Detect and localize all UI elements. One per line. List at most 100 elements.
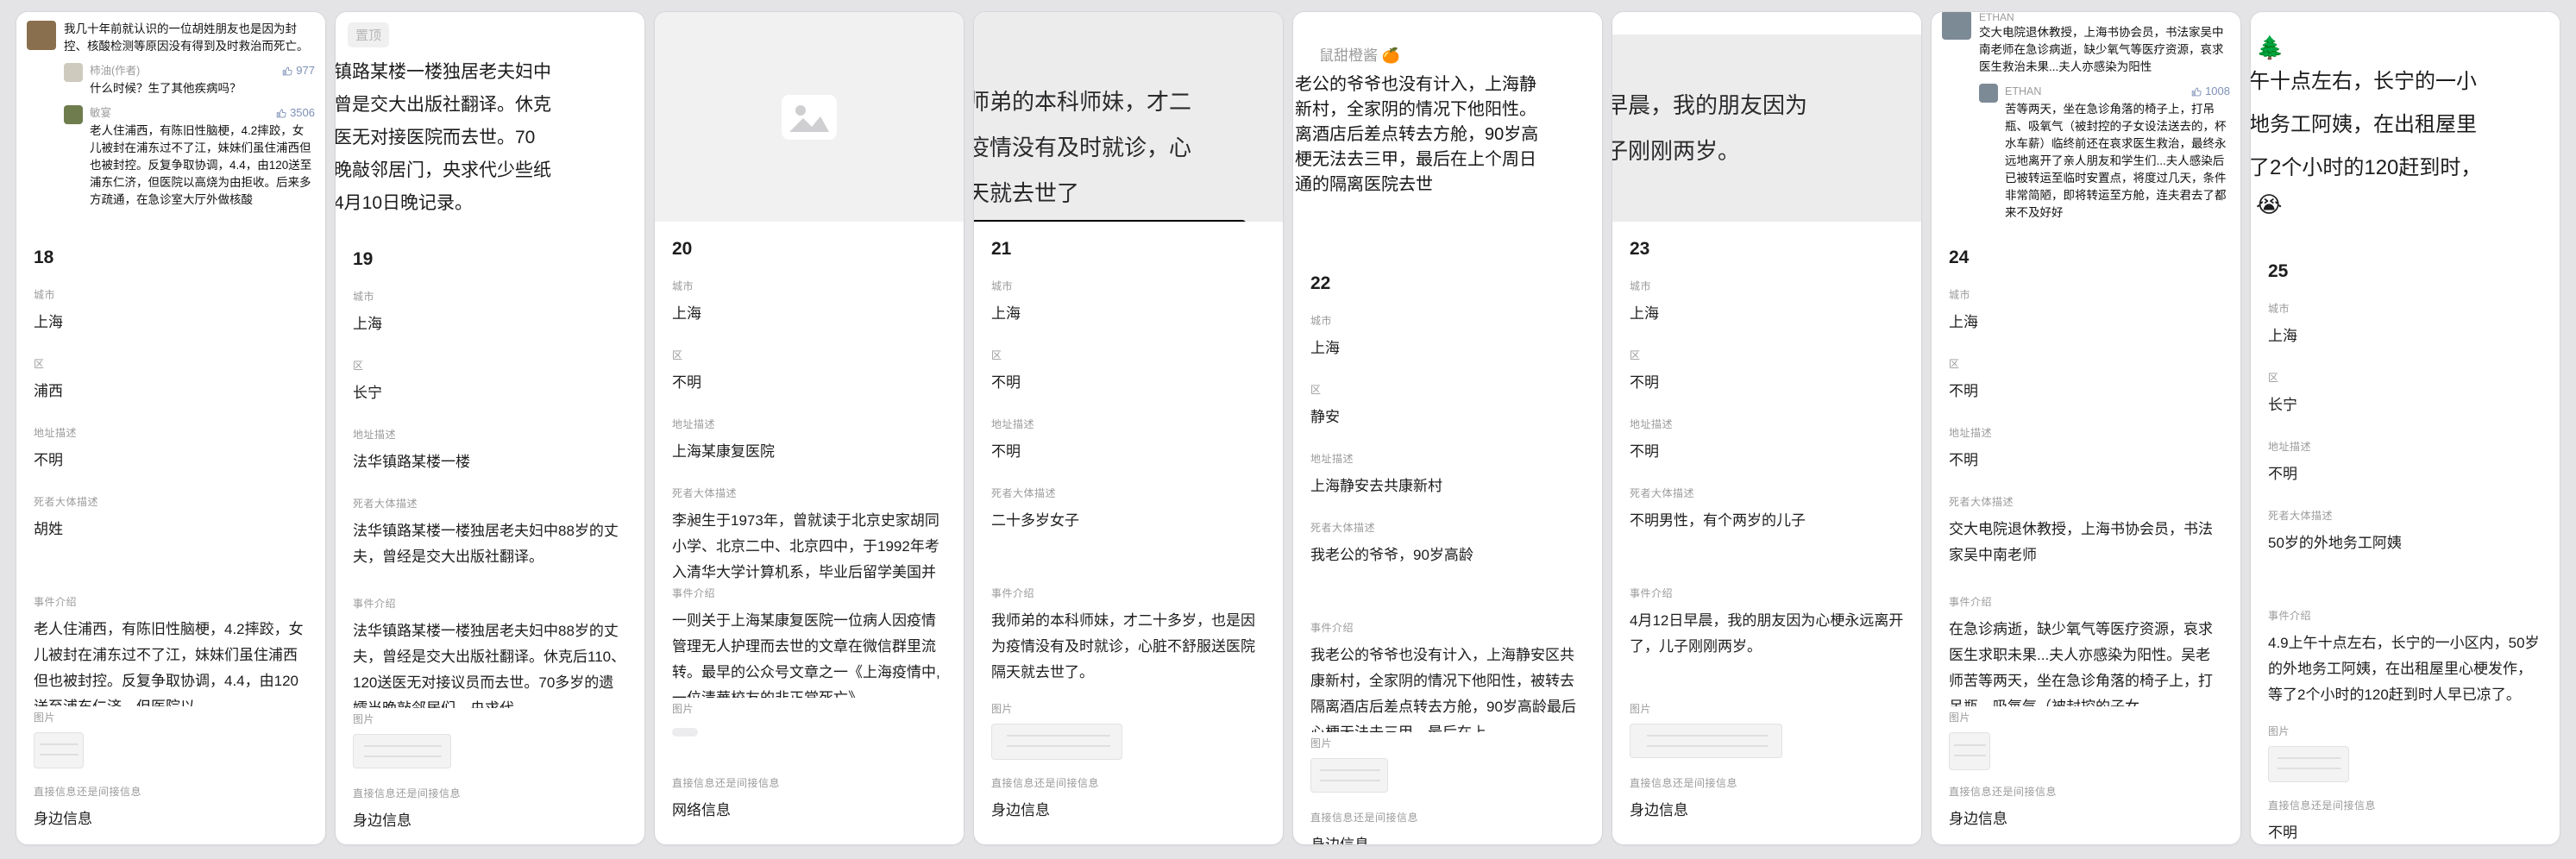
post-text: 师弟的本科师妹，才二疫情没有及时就诊，心天就去世了: [974, 12, 1283, 222]
record-card[interactable]: ETHAN交大电院退休教授，上海书协会员，书法家吴中南老师在急诊病逝，缺少氧气等…: [1931, 11, 2241, 845]
field-label: 直接信息还是间接信息: [1949, 784, 2223, 799]
attachment-preview-image[interactable]: 置顶镇路某楼一楼独居老夫妇中曾是交大出版社翻译。休克医无对接医院而去世。70晚敲…: [336, 12, 644, 232]
black-underline-bar: [974, 220, 1247, 222]
record-card[interactable]: 🌲午十点左右，长宁的一小地务工阿姨，在出租屋里了2个小时的120赶到时，😭 25…: [2250, 11, 2560, 845]
field-label: 事件介绍: [1949, 594, 2223, 609]
field-city: 城市 上海: [353, 289, 627, 358]
field-value: 上海: [353, 311, 627, 337]
commenter-name: 敏宴: [90, 105, 111, 121]
attachment-thumbnail[interactable]: [2268, 746, 2349, 782]
attachment-thumbnail[interactable]: [34, 732, 84, 768]
field-district: 区 不明: [1630, 348, 1904, 417]
field-label: 地址描述: [34, 425, 308, 440]
field-deceased-description: 死者大体描述 法华镇路某楼一楼独居老夫妇中88岁的丈夫，曾经是交大出版社翻译。: [353, 496, 627, 596]
poster-name: 鼠甜橙酱 🍊: [1293, 47, 1602, 66]
field-label: 直接信息还是间接信息: [1630, 775, 1904, 790]
field-label: 地址描述: [2268, 439, 2542, 454]
attachment-thumbnail[interactable]: [1630, 724, 1782, 758]
image-placeholder-icon: [779, 92, 839, 142]
field-image: 图片: [34, 710, 308, 784]
field-label: 图片: [2268, 724, 2542, 738]
attachment-thumbnail[interactable]: [1949, 732, 1990, 770]
field-city: 城市 上海: [34, 287, 308, 356]
field-label: 城市: [672, 279, 946, 293]
comment-text: 什么时候？生了其他疾病吗？: [90, 80, 315, 97]
field-value: 50岁的外地务工阿姨: [2268, 530, 2542, 556]
field-info-type: 直接信息还是间接信息 网络信息: [672, 775, 946, 824]
field-label: 事件介绍: [353, 596, 627, 611]
record-card[interactable]: 置顶镇路某楼一楼独居老夫妇中曾是交大出版社翻译。休克医无对接医院而去世。70晚敲…: [335, 11, 645, 845]
attachment-preview-image[interactable]: [655, 12, 964, 222]
field-value: 长宁: [2268, 392, 2542, 418]
field-value: 上海: [34, 310, 308, 335]
field-value: 不明: [1630, 439, 1904, 465]
field-label: 区: [1630, 348, 1904, 362]
field-address: 地址描述 不明: [2268, 439, 2542, 508]
field-label: 事件介绍: [672, 586, 946, 600]
field-label: 死者大体描述: [1310, 520, 1585, 535]
commenter-avatar: [27, 21, 56, 50]
attachment-thumbnail[interactable]: [991, 724, 1122, 760]
field-label: 地址描述: [991, 417, 1266, 431]
field-label: 事件介绍: [1630, 586, 1904, 600]
field-address: 地址描述 法华镇路某楼一楼: [353, 427, 627, 496]
field-address: 地址描述 不明: [1949, 425, 2223, 494]
field-value: 二十多岁女子: [991, 508, 1266, 534]
field-value: 4.9上午十点左右，长宁的一小区内，50岁的外地务工阿姨，在出租屋里心梗发作，等…: [2268, 630, 2542, 708]
field-value: 在急诊病逝，缺少氧气等医疗资源，哀求医生求职未果...夫人亦感染为阳性。吴老师苦…: [1949, 617, 2223, 706]
attachment-preview-image[interactable]: 🌲午十点左右，长宁的一小地务工阿姨，在出租屋里了2个小时的120赶到时，😭: [2251, 12, 2560, 244]
field-value: 老人住浦西，有陈旧性脑梗，4.2摔跤，女儿被封在浦东过不了江，妹妹们虽住浦西但也…: [34, 617, 308, 706]
attachment-preview-image[interactable]: 师弟的本科师妹，才二疫情没有及时就诊，心天就去世了: [974, 12, 1283, 222]
like-count: 977: [282, 63, 315, 78]
field-value: 上海: [1630, 301, 1904, 327]
field-value: 法华镇路某楼一楼: [353, 449, 627, 475]
field-event-description: 事件介绍 4月12日早晨，我的朋友因为心梗永远离开了，儿子刚刚两岁。: [1630, 586, 1904, 701]
field-value: 长宁: [353, 380, 627, 406]
attachment-thumbnail[interactable]: [353, 734, 451, 768]
attachment-preview-image[interactable]: 我几十年前就认识的一位胡姓朋友也是因为封控、核酸检测等原因没有得到及时救治而死亡…: [16, 12, 325, 230]
field-label: 区: [991, 348, 1266, 362]
field-event-description: 事件介绍 在急诊病逝，缺少氧气等医疗资源，哀求医生求职未果...夫人亦感染为阳性…: [1949, 594, 2223, 710]
attachment-preview-image[interactable]: ETHAN交大电院退休教授，上海书协会员，书法家吴中南老师在急诊病逝，缺少氧气等…: [1932, 12, 2240, 230]
field-value: 上海某康复医院: [672, 439, 946, 465]
record-card[interactable]: 师弟的本科师妹，才二疫情没有及时就诊，心天就去世了 21 城市 上海 区 不明 …: [973, 11, 1284, 845]
field-district: 区 浦西: [34, 356, 308, 425]
field-label: 事件介绍: [1310, 620, 1585, 635]
reply-comment: 柿油(作者) 977 什么时候？生了其他疾病吗？: [64, 63, 315, 97]
attachment-preview-image[interactable]: 鼠甜橙酱 🍊老公的爷爷也没有计入，上海静新村，全家阴的情况下他阳性。离酒店后差点…: [1293, 12, 1602, 256]
commenter-name: 柿油(作者): [90, 63, 140, 78]
field-label: 图片: [1630, 701, 1904, 716]
field-info-type: 直接信息还是间接信息 身边信息: [1630, 775, 1904, 824]
attachment-thumbnail[interactable]: [672, 728, 698, 737]
field-label: 事件介绍: [991, 586, 1266, 600]
field-value: 不明: [1949, 379, 2223, 404]
field-label: 死者大体描述: [991, 486, 1266, 500]
field-label: 图片: [1310, 736, 1585, 750]
record-card[interactable]: 早晨，我的朋友因为子刚刚两岁。 23 城市 上海 区 不明 地址描述 不明 死者…: [1612, 11, 1922, 845]
field-value: 我老公的爷爷也没有计入，上海静安区共康新村，全家阴的情况下他阳性，被转去隔离酒店…: [1310, 643, 1585, 732]
like-count: 3506: [276, 105, 315, 121]
field-label: 城市: [1310, 313, 1585, 328]
field-value: 不明: [34, 448, 308, 473]
field-label: 图片: [672, 701, 946, 716]
field-value: 不明: [2268, 820, 2542, 845]
thumbs-up-icon: [282, 66, 293, 77]
record-card[interactable]: 20 城市 上海 区 不明 地址描述 上海某康复医院 死者大体描述 李昶生于19…: [654, 11, 964, 845]
field-city: 城市 上海: [1630, 279, 1904, 348]
field-value: 上海: [2268, 323, 2542, 349]
field-value: 身边信息: [1949, 806, 2223, 832]
screenshot-top-band: [1612, 12, 1921, 34]
record-card[interactable]: 鼠甜橙酱 🍊老公的爷爷也没有计入，上海静新村，全家阴的情况下他阳性。离酒店后差点…: [1292, 11, 1603, 845]
field-event-description: 事件介绍 法华镇路某楼一楼独居老夫妇中88岁的丈夫，曾经是交大出版社翻译。休克后…: [353, 596, 627, 712]
field-deceased-description: 死者大体描述 我老公的爷爷，90岁高龄: [1310, 520, 1585, 620]
field-value: 胡姓: [34, 517, 308, 542]
record-card[interactable]: 我几十年前就认识的一位胡姓朋友也是因为封控、核酸检测等原因没有得到及时救治而死亡…: [16, 11, 326, 845]
card-body: 22 城市 上海 区 静安 地址描述 上海静安去共康新村 死者大体描述 我老公的…: [1293, 256, 1602, 845]
reply-comment: ETHAN1008苦等两天，坐在急诊角落的椅子上，打吊瓶、吸氧气（被封控的子女设…: [1979, 84, 2230, 222]
record-number: 25: [2268, 261, 2542, 301]
attachment-thumbnail[interactable]: [1310, 758, 1388, 793]
field-label: 直接信息还是间接信息: [1310, 810, 1585, 825]
field-label: 事件介绍: [2268, 608, 2542, 623]
commenter-avatar: [1942, 12, 1971, 40]
attachment-preview-image[interactable]: 早晨，我的朋友因为子刚刚两岁。: [1612, 12, 1921, 222]
